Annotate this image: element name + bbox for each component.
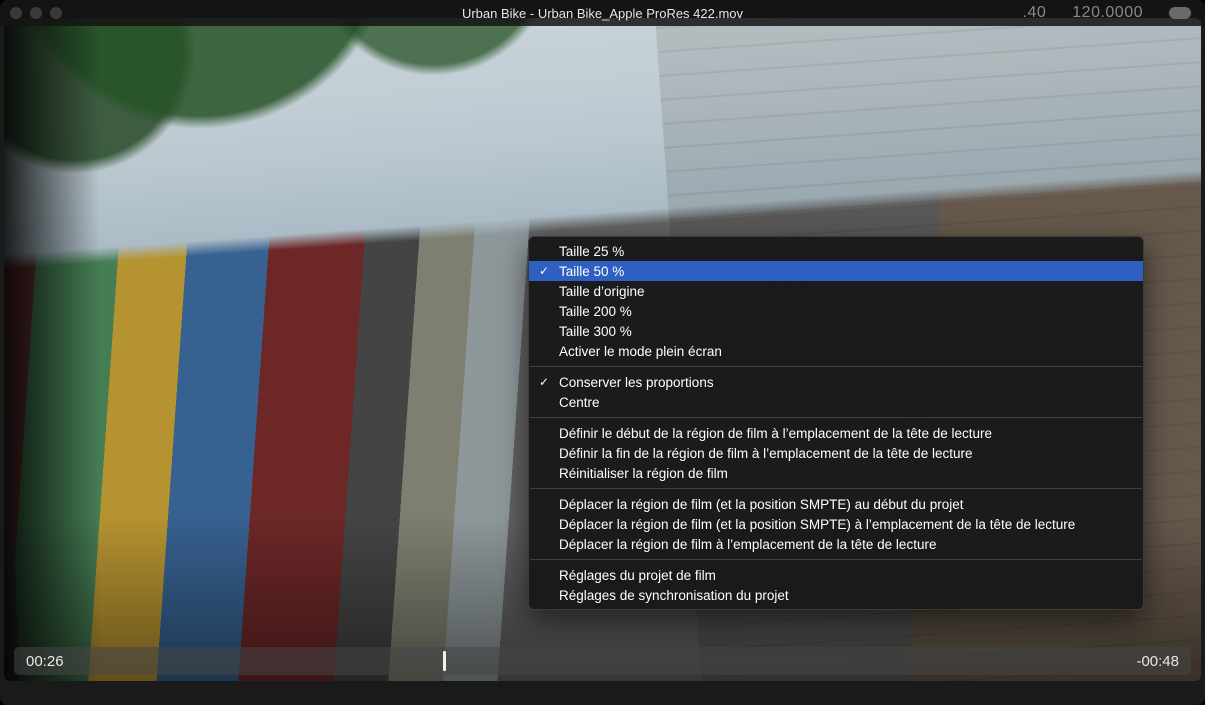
menu-item[interactable]: Taille 200 %	[529, 301, 1143, 321]
menu-item[interactable]: Taille 300 %	[529, 321, 1143, 341]
menu-item-label: Déplacer la région de film (et la positi…	[559, 517, 1129, 532]
menu-item[interactable]: ✓Conserver les proportions	[529, 372, 1143, 392]
menu-item-label: Réglages du projet de film	[559, 568, 1129, 583]
menu-item[interactable]: Centre	[529, 392, 1143, 412]
menu-item-label: Taille 25 %	[559, 244, 1129, 259]
menu-item[interactable]: Déplacer la région de film à l’emplaceme…	[529, 534, 1143, 554]
menu-item-label: Déplacer la région de film (et la positi…	[559, 497, 1129, 512]
menu-item[interactable]: Réglages de synchronisation du projet	[529, 585, 1143, 605]
viewer-context-menu: Taille 25 %✓Taille 50 %Taille d’origineT…	[528, 236, 1144, 610]
menu-item[interactable]: Déplacer la région de film (et la positi…	[529, 494, 1143, 514]
checkmark-icon: ✓	[529, 264, 559, 278]
playhead[interactable]	[443, 651, 446, 671]
menu-item[interactable]: Réglages du projet de film	[529, 565, 1143, 585]
menu-item[interactable]: Définir le début de la région de film à …	[529, 423, 1143, 443]
time-elapsed: 00:26	[14, 653, 84, 670]
menu-item-label: Taille 50 %	[559, 264, 1129, 279]
menu-item-label: Conserver les proportions	[559, 375, 1129, 390]
close-window-button[interactable]	[10, 7, 22, 19]
header-readout-a: .40	[1023, 4, 1047, 22]
menu-item-label: Définir le début de la région de film à …	[559, 426, 1129, 441]
menu-item-label: Centre	[559, 395, 1129, 410]
menu-item[interactable]: Réinitialiser la région de film	[529, 463, 1143, 483]
timeline-bar[interactable]: 00:26 -00:48	[14, 647, 1191, 675]
menu-item-label: Taille 200 %	[559, 304, 1129, 319]
menu-item-label: Taille d’origine	[559, 284, 1129, 299]
zoom-window-button[interactable]	[50, 7, 62, 19]
menu-item[interactable]: ✓Taille 50 %	[529, 261, 1143, 281]
menu-separator	[530, 559, 1142, 560]
menu-item[interactable]: Définir la fin de la région de film à l’…	[529, 443, 1143, 463]
menu-item[interactable]: Déplacer la région de film (et la positi…	[529, 514, 1143, 534]
menu-item-label: Déplacer la région de film à l’emplaceme…	[559, 537, 1129, 552]
fullscreen-pill-icon[interactable]	[1169, 7, 1191, 19]
window-title: Urban Bike - Urban Bike_Apple ProRes 422…	[462, 6, 743, 21]
menu-item-label: Activer le mode plein écran	[559, 344, 1129, 359]
time-remaining: -00:48	[1111, 653, 1191, 670]
checkmark-icon: ✓	[529, 375, 559, 389]
video-window: Urban Bike - Urban Bike_Apple ProRes 422…	[0, 0, 1205, 705]
minimize-window-button[interactable]	[30, 7, 42, 19]
menu-separator	[530, 417, 1142, 418]
menu-item[interactable]: Taille d’origine	[529, 281, 1143, 301]
menu-item-label: Définir la fin de la région de film à l’…	[559, 446, 1129, 461]
header-right: .40 120.0000	[1023, 0, 1191, 26]
menu-item-label: Taille 300 %	[559, 324, 1129, 339]
menu-item[interactable]: Activer le mode plein écran	[529, 341, 1143, 361]
menu-item-label: Réinitialiser la région de film	[559, 466, 1129, 481]
header-readout-b: 120.0000	[1072, 4, 1143, 22]
window-controls	[10, 7, 62, 19]
menu-item-label: Réglages de synchronisation du projet	[559, 588, 1129, 603]
timeline-track[interactable]	[84, 647, 1111, 675]
menu-separator	[530, 366, 1142, 367]
menu-separator	[530, 488, 1142, 489]
menu-item[interactable]: Taille 25 %	[529, 241, 1143, 261]
